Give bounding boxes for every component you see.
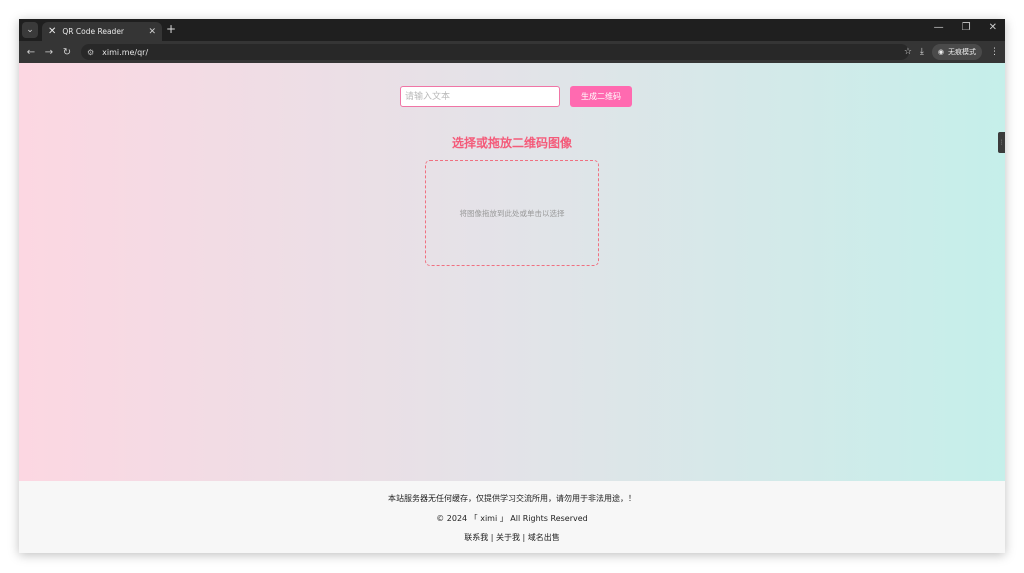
restore-icon[interactable]: ❐ (962, 22, 971, 33)
reload-icon[interactable]: ↻ (58, 47, 76, 58)
about-link[interactable]: 关于我 (496, 533, 520, 542)
site-info-icon[interactable]: ⚙ (87, 48, 94, 57)
tab-search-icon[interactable]: ⌄ (22, 22, 38, 38)
generate-qr-button[interactable]: 生成二维码 (570, 86, 632, 107)
x-favicon-icon: ✕ (48, 26, 57, 37)
domain-sale-link[interactable]: 域名出售 (528, 533, 560, 542)
tab-title: QR Code Reader (62, 27, 125, 36)
menu-icon[interactable]: ⋮ (990, 47, 999, 57)
footer-notice: 本站服务器无任何缓存，仅提供学习交流所用，请勿用于非法用途，！ (388, 494, 636, 503)
download-icon[interactable]: ⤓ (920, 47, 924, 57)
toolbar-right: ☆ ⤓ ◉ 无痕模式 ⋮ (904, 44, 999, 60)
footer-links: 联系我 | 关于我 | 域名出售 (19, 532, 1005, 543)
contact-link[interactable]: 联系我 (464, 533, 488, 542)
incognito-badge[interactable]: ◉ 无痕模式 (931, 44, 982, 60)
minimize-icon[interactable]: — (934, 22, 944, 33)
url-text: ximi.me/qr/ (102, 47, 149, 57)
tab-close-icon[interactable]: ✕ (148, 27, 156, 37)
side-panel-handle[interactable]: ⋮ (998, 132, 1005, 153)
browser-window: ⌄ ✕ QR Code Reader ✕ + — ❐ ✕ ← → ↻ ⚙ xim… (19, 19, 1005, 553)
new-tab-icon[interactable]: + (166, 22, 176, 36)
dropzone-text: 将图像拖放到此处或单击以选择 (459, 208, 565, 218)
footer-copyright: © 2024 「 ximi 」 All Rights Reserved (436, 514, 588, 523)
page-content: 生成二维码 选择或拖放二维码图像 将图像拖放到此处或单击以选择 ⋮ (19, 63, 1005, 481)
qr-dropzone[interactable]: 将图像拖放到此处或单击以选择 (425, 160, 599, 266)
bookmark-star-icon[interactable]: ☆ (904, 47, 912, 57)
footer: 本站服务器无任何缓存，仅提供学习交流所用，请勿用于非法用途，！ © 2024 「… (19, 481, 1005, 553)
browser-tab[interactable]: ✕ QR Code Reader ✕ (42, 22, 162, 41)
close-window-icon[interactable]: ✕ (989, 22, 997, 33)
address-toolbar: ← → ↻ ⚙ ximi.me/qr/ ☆ ⤓ ◉ 无痕模式 ⋮ (19, 41, 1005, 63)
text-input[interactable] (400, 86, 560, 107)
title-bar: ⌄ ✕ QR Code Reader ✕ + — ❐ ✕ (19, 19, 1005, 41)
address-bar[interactable]: ⚙ ximi.me/qr/ (81, 44, 909, 60)
reader-title: 选择或拖放二维码图像 (451, 136, 572, 150)
incognito-label: 无痕模式 (948, 48, 976, 56)
back-icon[interactable]: ← (22, 47, 40, 58)
incognito-icon: ◉ (937, 48, 944, 56)
forward-icon[interactable]: → (40, 47, 58, 58)
window-controls: — ❐ ✕ (934, 22, 997, 33)
